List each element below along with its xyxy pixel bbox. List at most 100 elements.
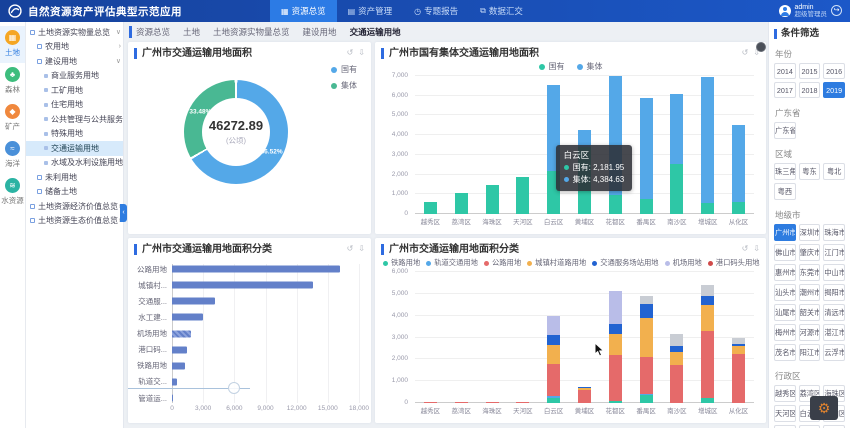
bar-slot-海珠区[interactable] <box>477 272 508 403</box>
tree-item-农用地[interactable]: 农用地 › <box>26 40 123 55</box>
legend-item-城镇村道路用地[interactable]: 城镇村道路用地 <box>527 258 586 268</box>
filter-option-天河区[interactable]: 天河区 <box>774 405 796 422</box>
settings-widget[interactable]: ⚙ <box>810 396 838 420</box>
floating-dot-widget[interactable] <box>756 42 766 52</box>
filter-option-揭阳市[interactable]: 揭阳市 <box>823 284 845 301</box>
bar-slot-从化区[interactable] <box>723 76 754 214</box>
rail-item-森林[interactable]: ♣ 森林 <box>0 63 25 100</box>
h-bar-row-港口码...[interactable]: 港口码... <box>134 345 359 355</box>
breadcrumb-item-土地[interactable]: 土地 <box>183 26 200 38</box>
bar-slot-荔湾区[interactable] <box>446 272 477 403</box>
tree-item-交通运输用地[interactable]: 交通运输用地 <box>26 141 123 156</box>
rail-item-水资源[interactable]: ≋ 水资源 <box>0 174 25 211</box>
breadcrumb-item-土地资源实物量总览[interactable]: 土地资源实物量总览 <box>213 26 290 38</box>
restore-icon[interactable]: ↺ <box>742 48 749 58</box>
logout-icon[interactable]: ↪ <box>831 5 842 17</box>
filter-option-珠海市[interactable]: 珠海市 <box>823 224 845 241</box>
bar-slot-海珠区[interactable] <box>477 76 508 214</box>
filter-option-惠州市[interactable]: 惠州市 <box>774 264 796 281</box>
filter-option-2016[interactable]: 2016 <box>823 63 845 79</box>
bar-slot-番禺区[interactable] <box>631 272 662 403</box>
bar-slot-花都区[interactable] <box>600 272 631 403</box>
nav-item-资产管理[interactable]: ▤ 资产管理 <box>337 0 404 22</box>
avatar[interactable] <box>778 4 791 17</box>
sidebar-collapse-toggle[interactable]: ‹ <box>120 204 127 222</box>
filter-option-韶关市[interactable]: 韶关市 <box>798 304 821 321</box>
filter-option-深圳市[interactable]: 深圳市 <box>798 224 821 241</box>
legend-item-集体[interactable]: 集体 <box>331 80 357 91</box>
filter-option-2015[interactable]: 2015 <box>798 63 821 79</box>
filter-option-粤西[interactable]: 粤西 <box>774 183 796 200</box>
h-bar-row-机场用地[interactable]: 机场用地 <box>134 329 359 339</box>
zoom-slider-handle[interactable] <box>228 382 240 394</box>
horizontal-bar-chart[interactable]: 公路用地 城镇村... 交通服... 水工建... 机场用地 港口码... 铁路用地 轨道交.… <box>134 262 369 417</box>
tree-item-土地资源经济价值总览[interactable]: 土地资源经济价值总览› <box>26 199 123 214</box>
h-bar-row-水工建...[interactable]: 水工建... <box>134 312 359 322</box>
filter-option-阳江市[interactable]: 阳江市 <box>798 344 821 361</box>
filter-option-汕尾市[interactable]: 汕尾市 <box>774 304 796 321</box>
tree-item-未利用地[interactable]: 未利用地 <box>26 170 123 185</box>
donut-chart[interactable]: 46272.89 (公顷) 66.52% 33.48% <box>184 80 288 184</box>
filter-option-越秀区[interactable]: 越秀区 <box>774 385 796 402</box>
filter-option-梅州市[interactable]: 梅州市 <box>774 324 796 341</box>
bar-slot-从化区[interactable] <box>723 272 754 403</box>
filter-option-广州市[interactable]: 广州市 <box>774 224 796 241</box>
legend-item-铁路用地[interactable]: 铁路用地 <box>383 258 420 268</box>
filter-option-2019[interactable]: 2019 <box>823 82 845 98</box>
tree-item-住宅用地[interactable]: 住宅用地 <box>26 98 123 113</box>
nav-item-专题报告[interactable]: ◷ 专题报告 <box>403 0 469 22</box>
legend-item-国有[interactable]: 国有 <box>331 64 357 75</box>
stacked-bar-chart[interactable]: 0 1,000 2,000 3,000 4,000 5,000 6,000 7,000 白云区国… <box>383 72 758 228</box>
filter-option-茂名市[interactable]: 茂名市 <box>774 344 796 361</box>
filter-option-河源市[interactable]: 河源市 <box>798 324 821 341</box>
filter-option-2017[interactable]: 2017 <box>774 82 796 98</box>
tree-item-建设用地[interactable]: 建设用地 ∨ <box>26 54 123 69</box>
tree-item-土地资源实物量总览[interactable]: 土地资源实物量总览 ∨ <box>26 25 123 40</box>
bar-slot-天河区[interactable] <box>507 272 538 403</box>
breadcrumb-item-资源总览[interactable]: 资源总览 <box>129 25 170 38</box>
h-bar-row-轨道交...[interactable]: 轨道交... <box>134 377 359 387</box>
filter-option-粤北[interactable]: 粤北 <box>823 163 845 180</box>
rail-item-海洋[interactable]: ≈ 海洋 <box>0 137 25 174</box>
tree-item-商业服务用地[interactable]: 商业服务用地 <box>26 69 123 84</box>
stacked-category-bar-chart[interactable]: 0 1,000 2,000 3,000 4,000 5,000 6,000 越秀区 荔湾区 海珠区… <box>383 268 758 417</box>
h-bar-row-铁路用地[interactable]: 铁路用地 <box>134 361 359 371</box>
filter-option-佛山市[interactable]: 佛山市 <box>774 244 796 261</box>
h-bar-row-城镇村...[interactable]: 城镇村... <box>134 280 359 290</box>
legend-item-集体[interactable]: 集体 <box>576 61 603 72</box>
bar-slot-黄埔区[interactable] <box>569 272 600 403</box>
rail-item-土地[interactable]: ▦ 土地 <box>0 26 25 63</box>
filter-option-云浮市[interactable]: 云浮市 <box>823 344 845 361</box>
legend-item-公路用地[interactable]: 公路用地 <box>483 258 521 268</box>
filter-option-2014[interactable]: 2014 <box>774 63 796 79</box>
bar-slot-番禺区[interactable] <box>631 76 662 214</box>
restore-icon[interactable]: ↺ <box>742 244 749 254</box>
tree-item-工矿用地[interactable]: 工矿用地 <box>26 83 123 98</box>
filter-option-广东省[interactable]: 广东省 <box>774 122 796 139</box>
filter-option-潮州市[interactable]: 潮州市 <box>798 284 821 301</box>
tree-item-公共管理与公共服务用地[interactable]: 公共管理与公共服务用地 <box>26 112 123 127</box>
h-bar-row-公路用地[interactable]: 公路用地 <box>134 264 359 274</box>
tree-item-土地资源生态价值总览[interactable]: 土地资源生态价值总览› <box>26 214 123 229</box>
filter-option-清远市[interactable]: 清远市 <box>823 304 845 321</box>
filter-option-肇庆市[interactable]: 肇庆市 <box>798 244 821 261</box>
legend-item-港口码头用地[interactable]: 港口码头用地 <box>707 258 760 268</box>
bar-slot-增城区[interactable] <box>692 76 723 214</box>
filter-option-珠三角[interactable]: 珠三角 <box>774 163 796 180</box>
filter-option-2018[interactable]: 2018 <box>798 82 821 98</box>
tree-item-储备土地[interactable]: 储备土地 <box>26 185 123 200</box>
legend-item-交通服务场站用地[interactable]: 交通服务场站用地 <box>592 258 659 268</box>
bar-slot-天河区[interactable] <box>507 76 538 214</box>
tree-item-水域及水利设施用地[interactable]: 水域及水利设施用地 <box>26 156 123 171</box>
breadcrumb-item-交通运输用地[interactable]: 交通运输用地 <box>350 26 401 38</box>
filter-option-粤东[interactable]: 粤东 <box>798 163 821 180</box>
breadcrumb-item-建设用地[interactable]: 建设用地 <box>303 26 337 38</box>
download-icon[interactable]: ⇩ <box>358 48 365 58</box>
nav-item-数据汇交[interactable]: ⧉ 数据汇交 <box>469 0 534 22</box>
bar-slot-越秀区[interactable] <box>415 272 446 403</box>
restore-icon[interactable]: ↺ <box>347 244 354 254</box>
legend-item-机场用地[interactable]: 机场用地 <box>664 258 702 268</box>
filter-option-东莞市[interactable]: 东莞市 <box>798 264 821 281</box>
bar-slot-白云区[interactable] <box>538 272 569 403</box>
filter-option-湛江市[interactable]: 湛江市 <box>823 324 845 341</box>
